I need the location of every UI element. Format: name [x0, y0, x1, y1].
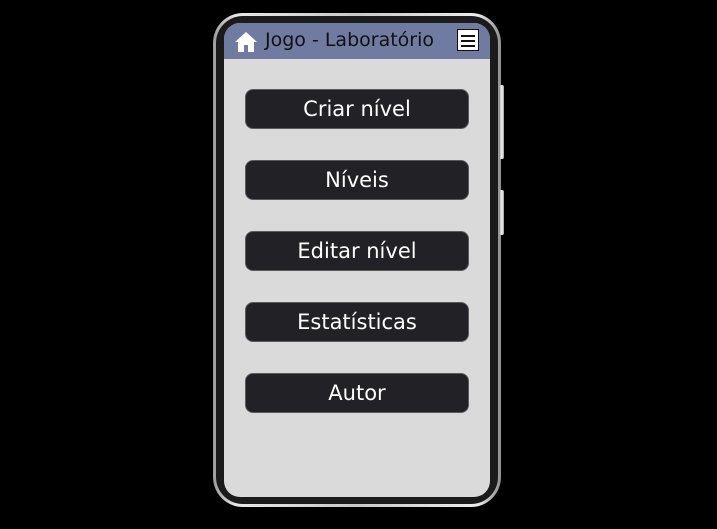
- phone-screen: Jogo - Laboratório Criar nível Níveis Ed…: [224, 23, 490, 497]
- main-menu: Criar nível Níveis Editar nível Estatíst…: [245, 89, 469, 444]
- levels-button[interactable]: Níveis: [245, 160, 469, 200]
- phone-frame: Jogo - Laboratório Criar nível Níveis Ed…: [213, 13, 504, 507]
- volume-button: [500, 85, 504, 159]
- home-icon[interactable]: [234, 30, 258, 54]
- canvas: Jogo - Laboratório Criar nível Níveis Ed…: [0, 0, 717, 529]
- author-button[interactable]: Autor: [245, 373, 469, 413]
- edit-level-button[interactable]: Editar nível: [245, 231, 469, 271]
- power-button: [500, 190, 504, 235]
- create-level-button[interactable]: Criar nível: [245, 89, 469, 129]
- page-title: Jogo - Laboratório: [265, 29, 435, 51]
- statistics-button[interactable]: Estatísticas: [245, 302, 469, 342]
- hamburger-menu-icon[interactable]: [457, 29, 479, 51]
- app-header: Jogo - Laboratório: [224, 23, 490, 59]
